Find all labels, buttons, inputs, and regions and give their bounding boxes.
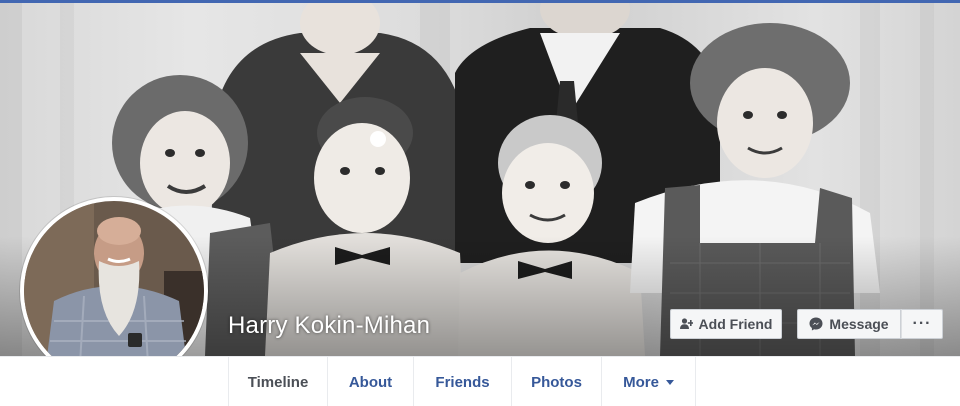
messenger-icon <box>809 317 823 331</box>
profile-picture-image <box>24 201 204 381</box>
ellipsis-icon: ··· <box>912 315 932 332</box>
tab-photos[interactable]: Photos <box>512 357 602 406</box>
tab-label: Timeline <box>247 373 309 391</box>
tab-label: More <box>623 373 659 391</box>
tab-about[interactable]: About <box>328 357 414 406</box>
tab-more[interactable]: More <box>602 357 696 406</box>
profile-name[interactable]: Harry Kokin-Mihan <box>228 312 430 340</box>
add-friend-label: Add Friend <box>698 316 773 332</box>
caret-down-icon <box>665 379 674 385</box>
person-plus-icon <box>679 318 693 330</box>
tab-label: Photos <box>531 373 582 391</box>
tab-label: Friends <box>435 373 490 391</box>
add-friend-button[interactable]: Add Friend <box>670 309 782 339</box>
more-actions-button[interactable]: ··· <box>901 309 943 339</box>
message-label: Message <box>829 316 889 332</box>
tab-label: About <box>348 373 393 391</box>
tab-timeline[interactable]: Timeline <box>228 357 328 406</box>
tab-friends[interactable]: Friends <box>414 357 512 406</box>
message-button[interactable]: Message <box>797 309 901 339</box>
profile-nav-bar: Timeline About Friends Photos More <box>0 356 960 406</box>
